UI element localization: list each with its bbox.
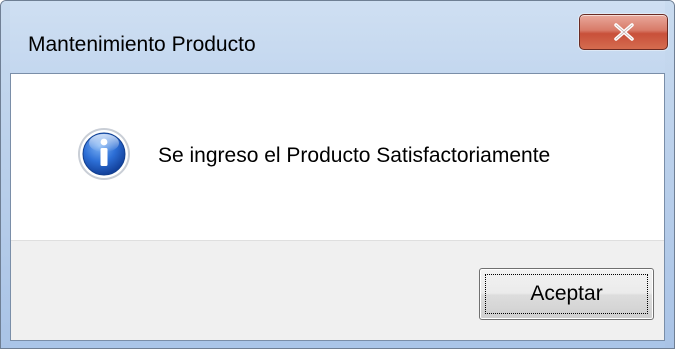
- window-title: Mantenimiento Producto: [28, 33, 256, 56]
- close-button[interactable]: [579, 14, 668, 50]
- accept-button[interactable]: Aceptar: [479, 268, 654, 320]
- dialog-client-area: Se ingreso el Producto Satisfactoriament…: [10, 73, 665, 341]
- information-icon: [78, 128, 130, 180]
- dialog-window: Mantenimiento Producto Se ingreso el Pro…: [0, 0, 675, 349]
- close-x-icon: [614, 23, 634, 41]
- accept-button-label: Aceptar: [530, 282, 603, 305]
- message-area: Se ingreso el Producto Satisfactoriament…: [11, 74, 664, 240]
- title-bar[interactable]: Mantenimiento Producto: [1, 1, 674, 73]
- message-text: Se ingreso el Producto Satisfactoriament…: [158, 144, 551, 167]
- button-area: Aceptar: [11, 240, 664, 340]
